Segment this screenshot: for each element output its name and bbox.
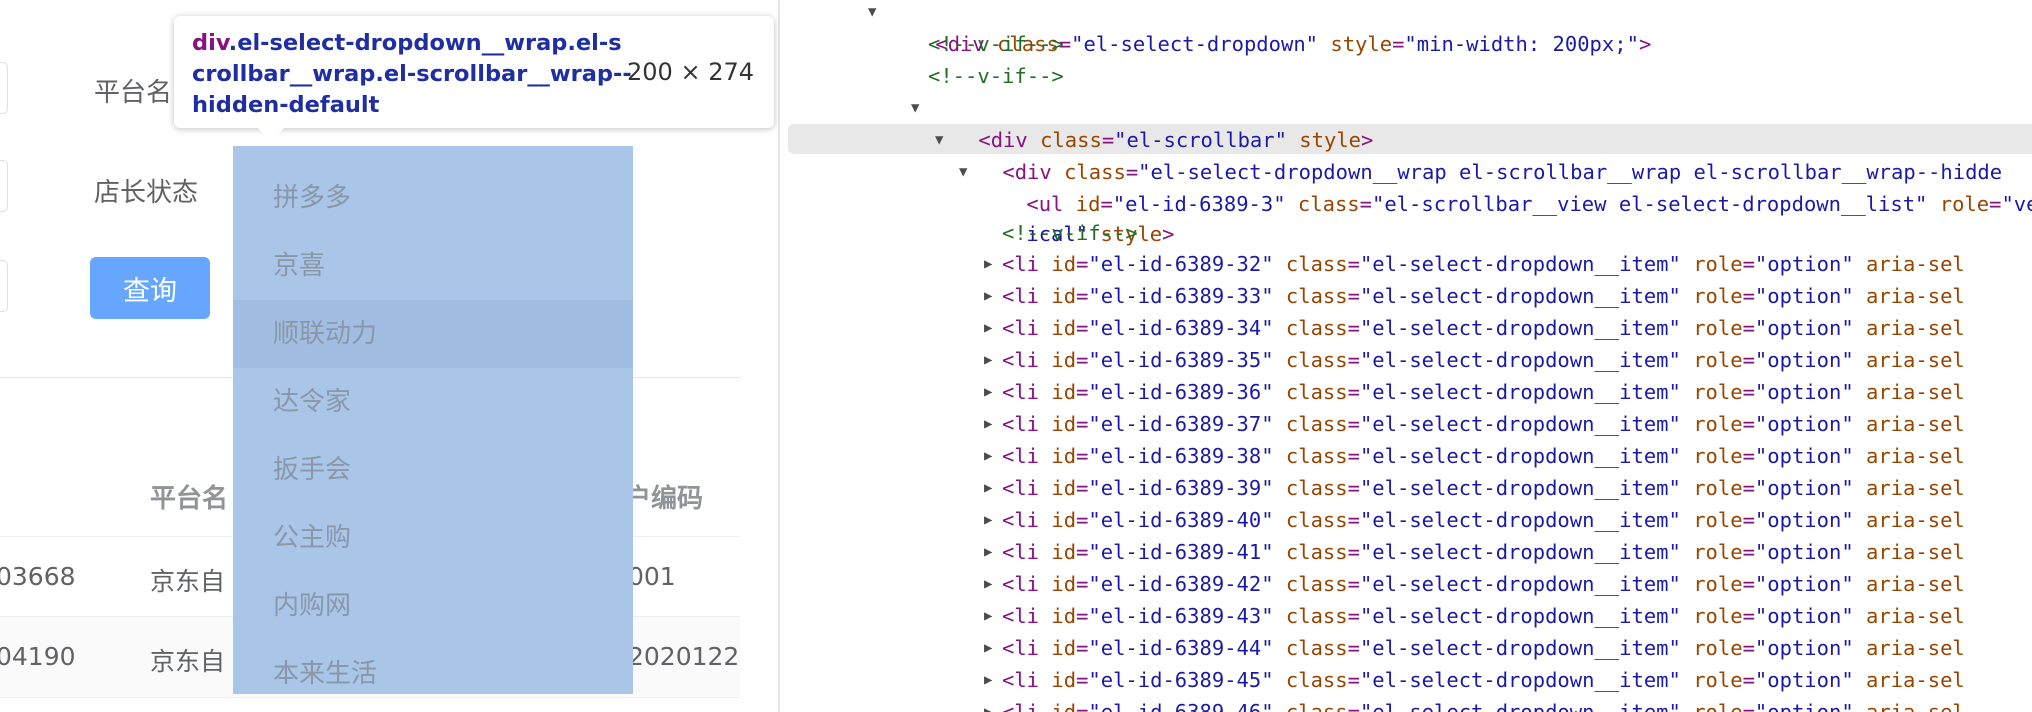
collapse-triangle-icon[interactable]: ▶: [984, 568, 992, 600]
expand-triangle-icon[interactable]: ▼: [868, 0, 876, 28]
dropdown-list: 拼多多 京喜 顺联动力 达令家 扳手会 公主购 内购网 本来生活: [233, 164, 633, 694]
dom-li-node[interactable]: ▶ <li id="el-id-6389-36" class="el-select…: [984, 376, 1965, 408]
row-divider: [0, 697, 740, 698]
inspector-tooltip: div.el-select-dropdown__wrap.el-scrollba…: [174, 16, 774, 128]
expand-triangle-icon[interactable]: ▼: [935, 124, 943, 156]
select-dropdown: 拼多多 京喜 顺联动力 达令家 扳手会 公主购 内购网 本来生活: [233, 146, 633, 694]
dom-li-node[interactable]: ▶ <li id="el-id-6389-43" class="el-select…: [984, 600, 1965, 632]
dropdown-option[interactable]: 扳手会: [233, 436, 633, 504]
collapse-triangle-icon[interactable]: ▶: [984, 312, 992, 344]
dropdown-option[interactable]: 京喜: [233, 232, 633, 300]
collapse-triangle-icon[interactable]: ▶: [984, 376, 992, 408]
collapse-triangle-icon[interactable]: ▶: [984, 536, 992, 568]
dom-li-node[interactable]: ▶ <li id="el-id-6389-45" class="el-select…: [984, 664, 1965, 696]
table-cell-code: 03668: [0, 562, 76, 591]
input-edge[interactable]: [0, 160, 8, 212]
collapse-triangle-icon[interactable]: ▶: [984, 472, 992, 504]
collapse-triangle-icon[interactable]: ▶: [984, 632, 992, 664]
dom-li-node[interactable]: ▶ <li id="el-id-6389-40" class="el-select…: [984, 504, 1965, 536]
collapse-triangle-icon[interactable]: ▶: [984, 504, 992, 536]
tooltip-arrow: [257, 127, 285, 141]
table-cell-code: 04190: [0, 642, 76, 671]
expand-triangle-icon[interactable]: ▼: [911, 92, 919, 124]
dropdown-option[interactable]: 公主购: [233, 504, 633, 572]
dom-comment[interactable]: <!--v-if-->: [1002, 217, 1138, 249]
dom-node-line[interactable]: ▼ <div class="el-scrollbar" style>: [911, 92, 1373, 152]
dropdown-option[interactable]: 本来生活: [233, 640, 633, 694]
collapse-triangle-icon[interactable]: ▶: [984, 248, 992, 280]
dom-node-line[interactable]: ▼ <ul id="el-id-6389-3" class="el-scrollb…: [959, 156, 2032, 216]
dropdown-option[interactable]: 顺联动力: [233, 300, 633, 368]
collapse-triangle-icon[interactable]: ▶: [984, 280, 992, 312]
shop-status-label: 店长状态: [94, 178, 199, 208]
dom-li-node[interactable]: ▶ <li id="el-id-6389-44" class="el-select…: [984, 632, 1965, 664]
table-cell-platform: 京东自: [150, 567, 226, 596]
dom-comment[interactable]: <!--v-if-->: [928, 60, 1064, 92]
dom-comment[interactable]: <!--v-if-->: [928, 28, 1064, 60]
dom-li-node[interactable]: ▶ <li id="el-id-6389-46" class="el-select…: [984, 696, 1965, 712]
collapse-triangle-icon[interactable]: ▶: [984, 664, 992, 696]
platform-label: 平台名: [94, 78, 173, 108]
tooltip-selector: div.el-select-dropdown__wrap.el-scrollba…: [192, 28, 632, 121]
collapse-triangle-icon[interactable]: ▶: [984, 696, 992, 712]
column-header-platform: 平台名: [150, 484, 229, 514]
dom-node-line[interactable]: ▼ <div class="el-select-dropdown" style="…: [868, 0, 1651, 56]
collapse-triangle-icon[interactable]: ▶: [984, 440, 992, 472]
dropdown-option[interactable]: 达令家: [233, 368, 633, 436]
query-button[interactable]: 查询: [90, 257, 210, 319]
tooltip-tag: div: [192, 30, 229, 56]
dom-li-node[interactable]: ▶ <li id="el-id-6389-35" class="el-select…: [984, 344, 1965, 376]
table-cell-platform: 京东自: [150, 647, 226, 676]
input-edge[interactable]: [0, 260, 8, 312]
dom-li-node[interactable]: ▶ <li id="el-id-6389-39" class="el-select…: [984, 472, 1965, 504]
table-cell-account: 001: [628, 562, 676, 591]
column-header-account: 户编码: [625, 484, 704, 514]
devtools-elements-panel: ▼ <div class="el-select-dropdown" style="…: [780, 0, 2032, 712]
collapse-triangle-icon[interactable]: ▶: [984, 600, 992, 632]
dom-li-node[interactable]: ▶ <li id="el-id-6389-37" class="el-select…: [984, 408, 1965, 440]
expand-triangle-icon[interactable]: ▼: [959, 156, 967, 188]
collapse-triangle-icon[interactable]: ▶: [984, 344, 992, 376]
dom-li-node[interactable]: ▶ <li id="el-id-6389-32" class="el-select…: [984, 248, 1965, 280]
dom-node-line-wrap: ical" style>: [1026, 222, 1175, 246]
table-cell-account: 2020122: [628, 642, 740, 671]
dom-li-node[interactable]: ▶ <li id="el-id-6389-38" class="el-select…: [984, 440, 1965, 472]
dropdown-option[interactable]: 拼多多: [233, 164, 633, 232]
dom-li-node[interactable]: ▶ <li id="el-id-6389-34" class="el-select…: [984, 312, 1965, 344]
input-edge[interactable]: [0, 62, 8, 114]
tooltip-classes: .el-select-dropdown__wrap.el-scrollbar__…: [192, 30, 632, 118]
dom-li-node[interactable]: ▶ <li id="el-id-6389-33" class="el-select…: [984, 280, 1965, 312]
dropdown-option[interactable]: 内购网: [233, 572, 633, 640]
dom-li-node[interactable]: ▶ <li id="el-id-6389-41" class="el-select…: [984, 536, 1965, 568]
collapse-triangle-icon[interactable]: ▶: [984, 408, 992, 440]
dom-node-line-selected[interactable]: ▼ <div class="el-select-dropdown__wrap el…: [935, 124, 2002, 184]
dom-li-node[interactable]: ▶ <li id="el-id-6389-42" class="el-select…: [984, 568, 1965, 600]
tooltip-size: 200 × 274: [627, 58, 754, 86]
